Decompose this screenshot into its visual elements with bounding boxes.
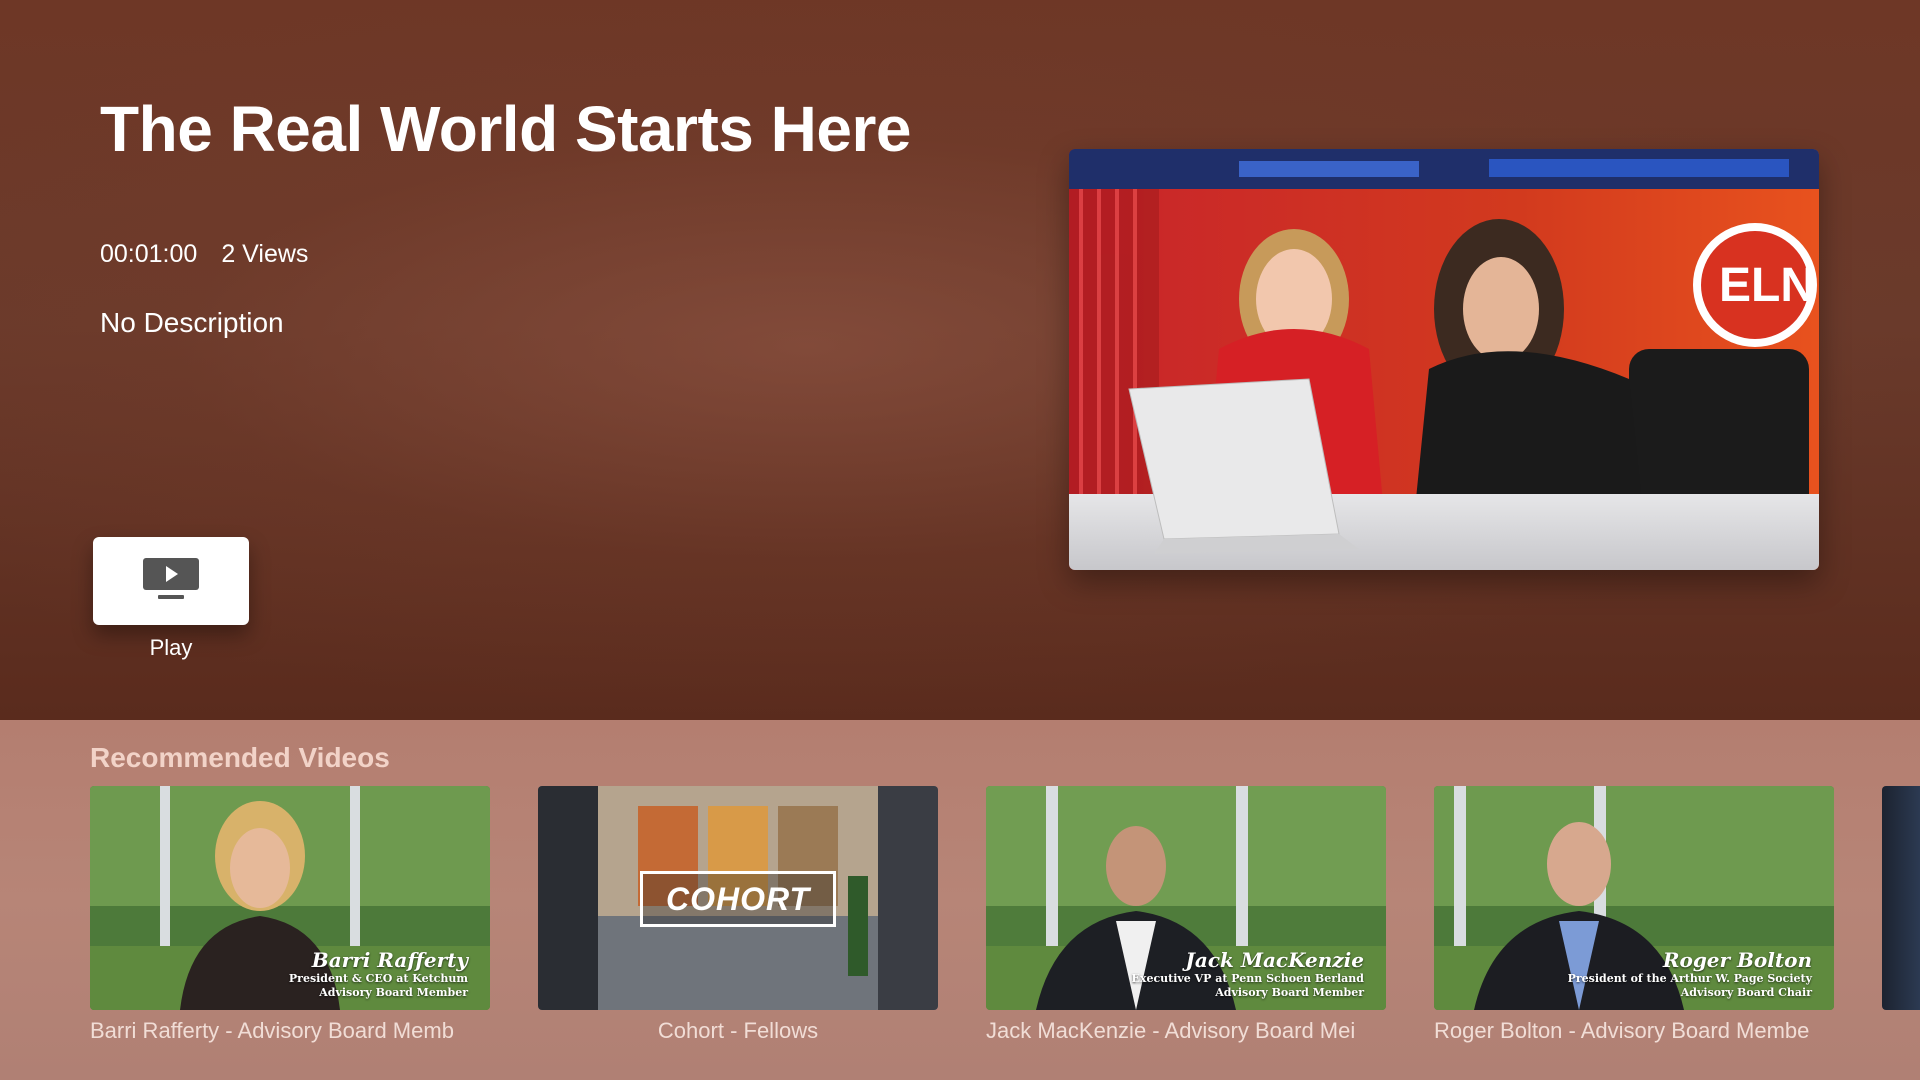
video-thumbnail[interactable]: Jack MacKenzie Executive VP at Penn Scho… xyxy=(986,786,1386,1010)
video-thumbnail[interactable]: COHORT xyxy=(538,786,938,1010)
video-description: No Description xyxy=(100,307,284,338)
video-thumbnail[interactable]: Barri Rafferty President & CEO at Ketchu… xyxy=(90,786,490,1010)
video-card-title: Jack MacKenzie - Advisory Board Mei xyxy=(986,1018,1356,1043)
video-title: The Real World Starts Here xyxy=(100,93,911,165)
recommended-shelf: Recommended Videos Barri Rafferty Presid… xyxy=(0,720,1920,1080)
play-label: Play xyxy=(149,635,193,660)
video-card[interactable]: Jack MacKenzie Executive VP at Penn Scho… xyxy=(986,786,1386,1044)
thumbnail-caption-overlay: Roger Bolton President of the Arthur W. … xyxy=(1567,948,1812,999)
play-control[interactable]: Play xyxy=(93,537,249,661)
hero-section: The Real World Starts Here 00:01:00 2 Vi… xyxy=(0,0,1920,720)
video-card-title: Barri Rafferty - Advisory Board Memb xyxy=(90,1018,454,1043)
eln-logo-text: ELN xyxy=(1719,259,1815,312)
play-button[interactable] xyxy=(93,537,249,625)
video-views: 2 Views xyxy=(221,240,309,268)
recommended-heading: Recommended Videos xyxy=(90,742,390,773)
hero-thumbnail: ELN xyxy=(1069,149,1819,570)
video-card-title: Cohort - Fellows xyxy=(657,1018,819,1043)
video-thumbnail[interactable]: Roger Bolton President of the Arthur W. … xyxy=(1434,786,1834,1010)
video-card-partial[interactable] xyxy=(1882,786,1920,1010)
video-meta: 00:01:00 2 Views xyxy=(100,240,308,269)
video-card[interactable]: Roger Bolton President of the Arthur W. … xyxy=(1434,786,1834,1044)
video-card[interactable]: Barri Rafferty President & CEO at Ketchu… xyxy=(90,786,490,1044)
thumbnail-caption-overlay: Barri Rafferty President & CEO at Ketchu… xyxy=(288,948,468,999)
video-card[interactable]: COHORT Cohort - Fellows xyxy=(538,786,938,1044)
news-studio-image: ELN xyxy=(1069,149,1819,570)
thumbnail-caption-overlay: Jack MacKenzie Executive VP at Penn Scho… xyxy=(1131,948,1364,999)
video-duration: 00:01:00 xyxy=(100,240,198,268)
video-card-title: Roger Bolton - Advisory Board Membe xyxy=(1434,1018,1810,1043)
tv-play-icon xyxy=(142,556,200,607)
cohort-title-overlay: COHORT xyxy=(640,871,836,927)
